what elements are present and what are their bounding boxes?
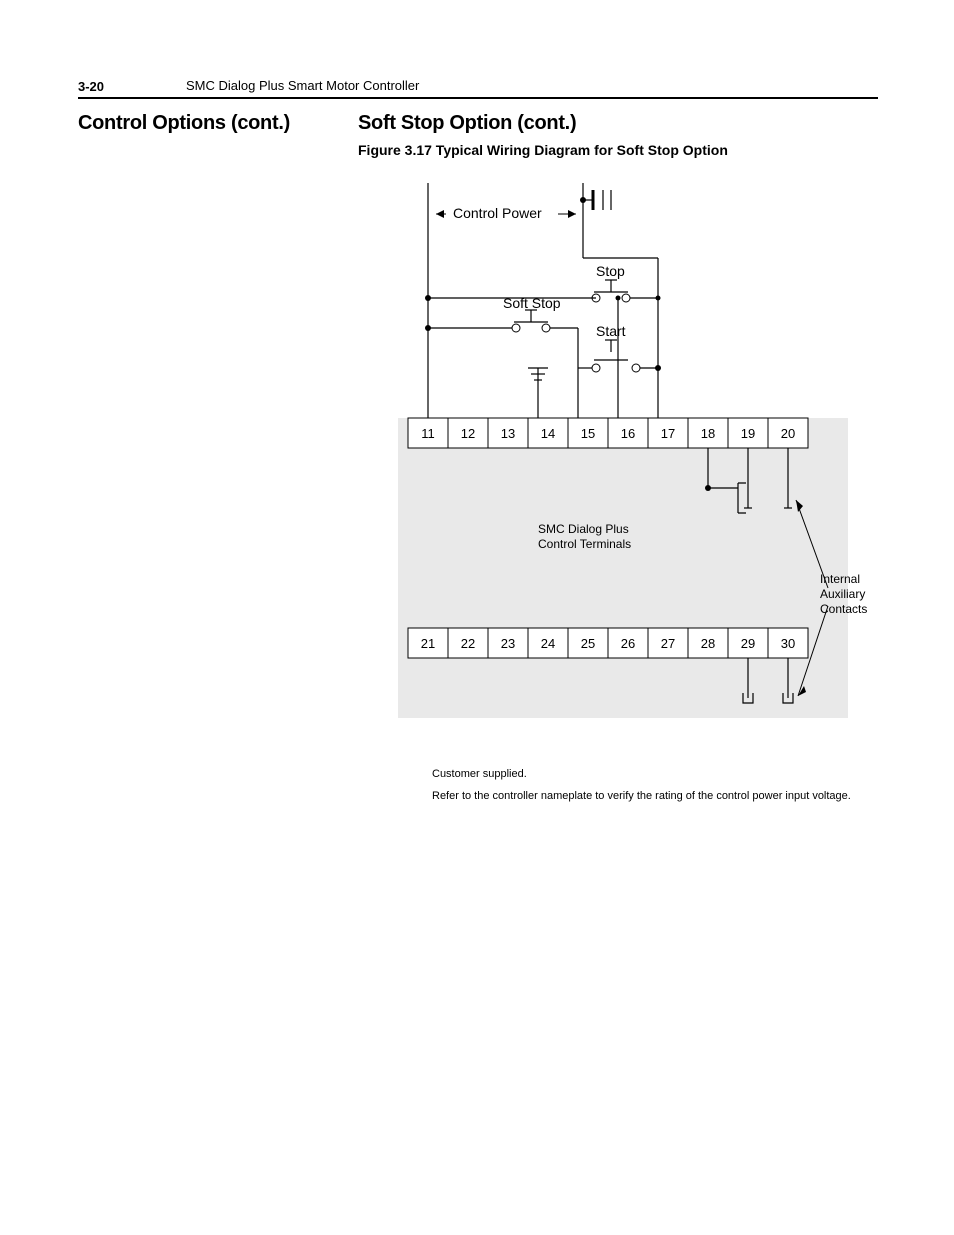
terminal-23: 23 [501, 636, 515, 651]
terminal-16: 16 [621, 426, 635, 441]
footnote-a: Customer supplied. [432, 768, 527, 780]
terminal-27: 27 [661, 636, 675, 651]
heading-control-options: Control Options (cont.) [78, 112, 290, 135]
label-soft-stop: Soft Stop [503, 295, 561, 311]
header-rule [78, 97, 878, 99]
terminal-30: 30 [781, 636, 795, 651]
terminal-28: 28 [701, 636, 715, 651]
terminal-17: 17 [661, 426, 675, 441]
terminal-22: 22 [461, 636, 475, 651]
terminal-13: 13 [501, 426, 515, 441]
terminal-18: 18 [701, 426, 715, 441]
terminal-12: 12 [461, 426, 475, 441]
heading-soft-stop: Soft Stop Option (cont.) [358, 112, 576, 135]
aux-label-3: Contacts [820, 602, 867, 616]
label-start: Start [596, 323, 626, 339]
terminal-26: 26 [621, 636, 635, 651]
terminal-11: 11 [421, 426, 435, 441]
terminal-row-top: 11 12 13 14 15 16 17 18 19 20 [408, 418, 808, 448]
aux-label-1: Internal [820, 572, 860, 586]
aux-label-2: Auxiliary [820, 587, 865, 601]
terminal-19: 19 [741, 426, 755, 441]
terminal-14: 14 [541, 426, 555, 441]
block-label-1: SMC Dialog Plus [538, 522, 629, 536]
terminal-21: 21 [421, 636, 435, 651]
terminal-row-bottom: 21 22 23 24 25 26 27 28 29 30 [408, 628, 808, 658]
terminal-25: 25 [581, 636, 595, 651]
terminal-20: 20 [781, 426, 795, 441]
label-stop: Stop [596, 263, 625, 279]
page-number: 3-20 [78, 79, 104, 94]
label-control-power: Control Power [453, 205, 542, 221]
terminal-15: 15 [581, 426, 595, 441]
terminal-24: 24 [541, 636, 555, 651]
footnote-b: Refer to the controller nameplate to ver… [432, 790, 851, 802]
terminal-29: 29 [741, 636, 755, 651]
wiring-diagram: Control Power Stop Soft Stop Start [358, 168, 878, 728]
figure-caption: Figure 3.17 Typical Wiring Diagram for S… [358, 142, 728, 158]
doc-title: SMC Dialog Plus Smart Motor Controller [186, 78, 419, 93]
block-label-2: Control Terminals [538, 537, 631, 551]
